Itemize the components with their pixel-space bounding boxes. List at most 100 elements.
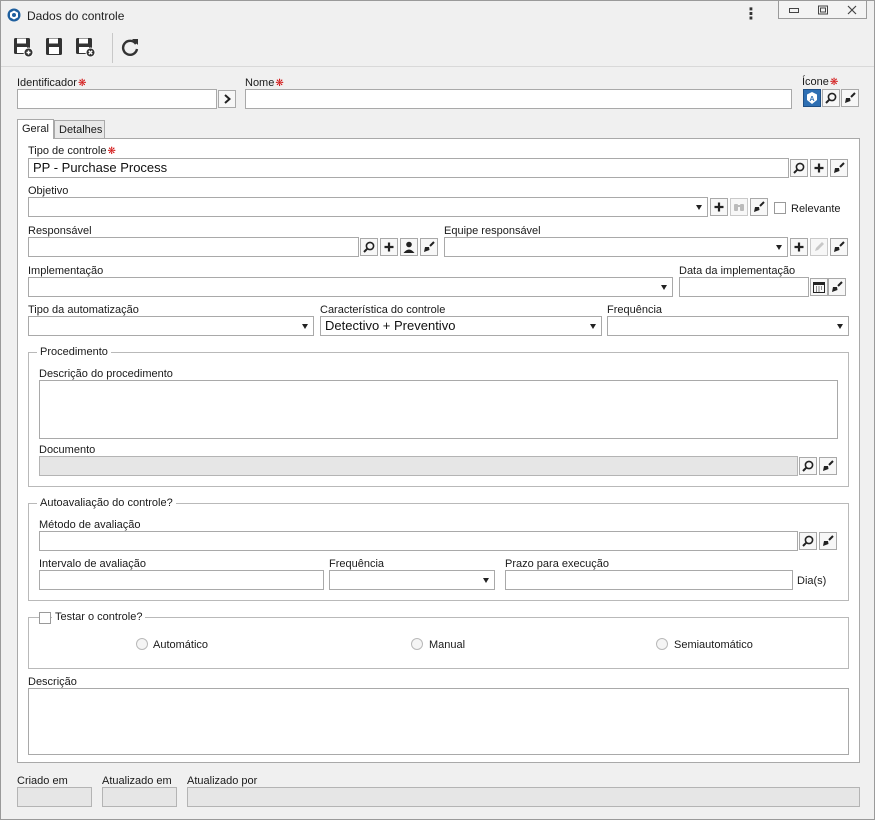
- tab-geral[interactable]: Geral: [17, 119, 54, 139]
- chevron-right-icon: [224, 94, 232, 104]
- atualizado-por-field: [187, 787, 860, 807]
- responsavel-clear-button[interactable]: [420, 238, 438, 256]
- intervalo-avaliacao-input[interactable]: [39, 570, 324, 590]
- objetivo-add-button[interactable]: [710, 198, 728, 216]
- implementacao-select[interactable]: [28, 277, 673, 297]
- radio-manual[interactable]: [411, 638, 423, 650]
- tipo-controle-add-button[interactable]: [810, 159, 828, 177]
- minimize-button[interactable]: [779, 1, 808, 18]
- search-icon: [793, 162, 805, 174]
- autoavaliacao-frequencia-select[interactable]: [329, 570, 495, 590]
- implementacao-label: Implementação: [28, 265, 104, 277]
- next-identifier-button[interactable]: [218, 90, 236, 108]
- objetivo-clear-button[interactable]: [750, 198, 768, 216]
- plus-icon: [714, 202, 724, 212]
- search-icon: [825, 92, 837, 104]
- data-clear-button[interactable]: [828, 278, 846, 296]
- metodo-avaliacao-input[interactable]: [39, 531, 798, 551]
- frequencia-label: Frequência: [607, 304, 663, 316]
- tipo-controle-input[interactable]: PP - Purchase Process: [28, 158, 789, 178]
- save-and-close-button[interactable]: [73, 35, 97, 59]
- toolbar: [1, 29, 874, 67]
- identificador-input[interactable]: [17, 89, 217, 109]
- save-button[interactable]: [42, 35, 66, 59]
- tab-detalhes[interactable]: Detalhes: [54, 120, 105, 139]
- metodo-clear-button[interactable]: [819, 532, 837, 550]
- toolbar-separator: [112, 33, 113, 63]
- equipe-select[interactable]: [444, 237, 788, 257]
- dropdown-arrow-icon: [590, 324, 596, 329]
- refresh-button[interactable]: [118, 35, 142, 59]
- required-icon: ❋: [829, 77, 839, 88]
- nome-input[interactable]: [245, 89, 792, 109]
- required-icon: ❋: [77, 78, 87, 89]
- tipo-controle-clear-button[interactable]: [830, 159, 848, 177]
- procedimento-legend: Procedimento: [37, 346, 111, 358]
- calendar-icon: [813, 282, 825, 293]
- dropdown-arrow-icon: [837, 324, 843, 329]
- relevante-checkbox[interactable]: [774, 202, 786, 214]
- caracteristica-label: Característica do controle: [320, 304, 446, 316]
- equipe-clear-button[interactable]: [830, 238, 848, 256]
- responsavel-user-button[interactable]: [400, 238, 418, 256]
- radio-semiautomatico-label: Semiautomático: [674, 639, 753, 651]
- radio-automatico[interactable]: [136, 638, 148, 650]
- prazo-unit-label: Dia(s): [797, 575, 827, 587]
- atualizado-em-field: [102, 787, 177, 807]
- refresh-icon: [121, 39, 139, 56]
- tipo-automatizacao-label: Tipo da automatização: [28, 304, 139, 316]
- documento-input[interactable]: [39, 456, 798, 476]
- maximize-button[interactable]: [808, 1, 837, 18]
- calendar-button[interactable]: [810, 278, 828, 296]
- autoavaliacao-frequencia-label: Frequência: [329, 558, 385, 570]
- equipe-label: Equipe responsável: [444, 225, 541, 237]
- search-icon: [802, 535, 814, 547]
- icon-search-button[interactable]: [822, 89, 840, 107]
- pencil-icon: [815, 242, 824, 251]
- dialog-window: Dados do controle ⋮ Identificador❋ Nome❋…: [0, 0, 875, 820]
- identificador-label: Identificador❋: [17, 77, 87, 89]
- descricao-textarea[interactable]: [28, 688, 849, 755]
- radio-semiautomatico[interactable]: [656, 638, 668, 650]
- plus-icon: [384, 242, 394, 252]
- required-icon: ❋: [275, 78, 284, 89]
- descricao-procedimento-textarea[interactable]: [39, 380, 838, 439]
- frequencia-select[interactable]: [607, 316, 849, 336]
- documento-clear-button[interactable]: [819, 457, 837, 475]
- caracteristica-select[interactable]: Detectivo + Preventivo: [320, 316, 602, 336]
- icon-clear-button[interactable]: [841, 89, 859, 107]
- save-close-icon: [76, 38, 96, 58]
- more-options-icon[interactable]: ⋮: [743, 7, 759, 25]
- close-button[interactable]: [837, 1, 866, 18]
- tipo-controle-search-button[interactable]: [790, 159, 808, 177]
- eraser-brush-icon: [823, 535, 834, 546]
- metodo-search-button[interactable]: [799, 532, 817, 550]
- equipe-add-button[interactable]: [790, 238, 808, 256]
- dropdown-arrow-icon: [661, 285, 667, 290]
- search-icon: [363, 241, 375, 253]
- descricao-label: Descrição: [28, 676, 77, 688]
- equipe-edit-button[interactable]: [810, 238, 828, 256]
- search-icon: [802, 460, 814, 472]
- save-and-new-button[interactable]: [11, 35, 35, 59]
- atualizado-em-label: Atualizado em: [102, 775, 172, 787]
- responsavel-add-button[interactable]: [380, 238, 398, 256]
- eraser-brush-icon: [823, 460, 834, 471]
- documento-search-button[interactable]: [799, 457, 817, 475]
- save-new-icon: [14, 38, 34, 58]
- plus-icon: [794, 242, 804, 252]
- responsavel-search-button[interactable]: [360, 238, 378, 256]
- app-logo-icon: [7, 8, 21, 22]
- icon-preview[interactable]: A: [803, 89, 821, 107]
- relevante-label: Relevante: [791, 203, 841, 215]
- testar-checkbox[interactable]: [39, 612, 51, 624]
- tipo-automatizacao-select[interactable]: [28, 316, 314, 336]
- required-icon: ❋: [107, 146, 116, 157]
- data-implementacao-input[interactable]: [679, 277, 809, 297]
- objetivo-view-button[interactable]: [730, 198, 748, 216]
- responsavel-input[interactable]: [28, 237, 359, 257]
- radio-manual-label: Manual: [429, 639, 466, 651]
- prazo-execucao-input[interactable]: [505, 570, 793, 590]
- objetivo-select[interactable]: [28, 197, 708, 217]
- window-title: Dados do controle: [27, 9, 125, 23]
